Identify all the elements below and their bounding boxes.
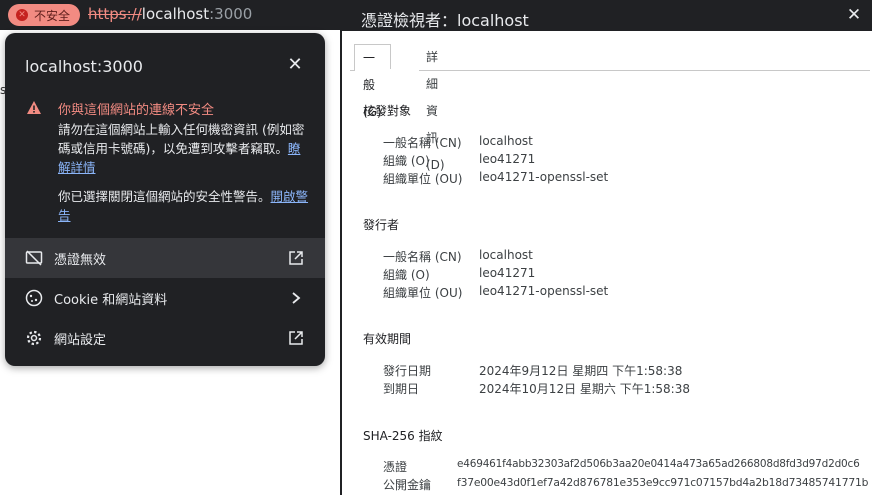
menu-item-site-settings[interactable]: 網站設定 xyxy=(5,318,325,358)
field-label: 憑證 xyxy=(383,460,408,474)
validity-heading: 有效期間 xyxy=(363,332,412,346)
warning-body: 請勿在這個網站上輸入任何機密資訊 (例如密碼或信用卡號碼)，以免遭到攻擊者竊取。… xyxy=(58,120,310,177)
menu-item-cookies[interactable]: Cookie 和網站資料 xyxy=(5,278,325,318)
external-link-icon xyxy=(287,329,305,347)
field-label: 發行日期 xyxy=(383,364,432,378)
field-label: 到期日 xyxy=(383,382,420,396)
chevron-right-icon xyxy=(287,289,305,307)
site-info-popup: localhost:3000 ✕ 你與這個網站的連線不安全 請勿在這個網站上輸入… xyxy=(5,33,325,366)
close-icon[interactable]: ✕ xyxy=(285,55,305,75)
certificate-off-icon xyxy=(25,249,43,267)
certificate-viewer-body: 一般(G) 詳細資訊(D) 核發對象 一般名稱 (CN) localhost 組… xyxy=(340,31,872,495)
fingerprints-heading: SHA-256 指紋 xyxy=(363,429,443,443)
warning-title: 你與這個網站的連線不安全 xyxy=(58,103,215,118)
url-host: localhost xyxy=(141,5,210,23)
field-label: 公開金鑰 xyxy=(383,478,432,492)
certificate-viewer-titlebar: 憑證檢視者：localhost ✕ xyxy=(340,0,872,31)
tab-general[interactable]: 一般(G) xyxy=(354,44,391,119)
field-value: leo41271 xyxy=(479,266,536,280)
bypass-notice: 你已選擇關閉這個網站的安全性警告。開啟警告 xyxy=(58,187,310,225)
field-value: 2024年9月12日 星期四 下午1:58:38 xyxy=(479,364,683,378)
field-value: leo41271-openssl-set xyxy=(479,170,609,184)
url-field[interactable]: https://localhost:3000 xyxy=(88,5,252,23)
field-label: 組織 (O) xyxy=(383,268,430,282)
field-value: leo41271 xyxy=(479,152,536,166)
url-scheme: https:// xyxy=(88,5,142,23)
tab-divider xyxy=(350,70,870,71)
menu-item-label: 憑證無效 xyxy=(54,252,107,268)
field-label: 組織單位 (OU) xyxy=(383,172,463,186)
error-icon: ✕ xyxy=(16,9,28,21)
menu-item-certificate[interactable]: 憑證無效 xyxy=(5,238,325,278)
external-link-icon xyxy=(287,249,305,267)
menu-item-label: Cookie 和網站資料 xyxy=(54,292,168,308)
cookie-icon xyxy=(25,289,43,307)
issued-by-heading: 發行者 xyxy=(363,218,400,232)
bypass-text: 你已選擇關閉這個網站的安全性警告。 xyxy=(58,189,271,204)
issued-to-heading: 核發對象 xyxy=(363,104,412,118)
close-icon[interactable]: ✕ xyxy=(844,5,864,25)
address-bar: ✕ 不安全 https://localhost:3000 xyxy=(0,0,340,30)
menu-item-label: 網站設定 xyxy=(54,332,107,348)
warning-icon xyxy=(27,101,41,114)
popup-host-title: localhost:3000 xyxy=(25,57,143,76)
not-secure-label: 不安全 xyxy=(34,8,71,23)
warning-body-text: 請勿在這個網站上輸入任何機密資訊 (例如密碼或信用卡號碼)，以免遭到攻擊者竊取。 xyxy=(58,122,305,156)
field-label: 一般名稱 (CN) xyxy=(383,136,462,150)
gear-icon xyxy=(25,329,43,347)
field-label: 組織 (O) xyxy=(383,154,430,168)
field-value: e469461f4abb32303af2d506b3aa20e0414a473a… xyxy=(457,458,860,470)
field-label: 一般名稱 (CN) xyxy=(383,250,462,264)
tab-active-gap xyxy=(355,69,419,71)
field-value: f37e00e43d0f1ef7a42d876781e353e9cc971c07… xyxy=(457,476,869,489)
url-port: :3000 xyxy=(209,5,253,23)
tab-details[interactable]: 詳細資訊(D) xyxy=(418,44,453,172)
certificate-viewer-title: 憑證檢視者：localhost xyxy=(361,11,529,30)
field-label: 組織單位 (OU) xyxy=(383,286,463,300)
not-secure-chip[interactable]: ✕ 不安全 xyxy=(8,4,80,26)
field-value: localhost xyxy=(479,248,533,262)
field-value: leo41271-openssl-set xyxy=(479,284,609,298)
field-value: localhost xyxy=(479,134,533,148)
field-value: 2024年10月12日 星期六 下午1:58:38 xyxy=(479,382,690,396)
